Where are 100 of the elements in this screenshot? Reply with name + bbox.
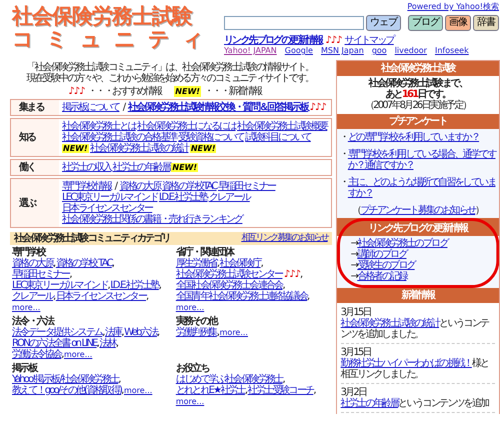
nav-link[interactable]: 社会保険労務士とは	[62, 121, 136, 132]
nav-link[interactable]: 早稲田セミナー	[218, 181, 276, 192]
nav-link[interactable]: 資格の大原	[120, 181, 161, 192]
category-link[interactable]: クレアール	[12, 291, 54, 302]
category-link[interactable]: 社会保険労務士試験センター	[176, 269, 282, 280]
category-link[interactable]: はじめて学ぶ社会保険労務士	[176, 374, 282, 385]
search-engine-link[interactable]: Infoseek	[434, 46, 469, 56]
nav-link[interactable]: 社会保険労務士試験の合格基準	[62, 132, 177, 143]
nav-link[interactable]: LEC東京リーガルマインド	[62, 192, 158, 203]
category-link[interactable]: LEC東京リーガルマインド	[12, 280, 108, 291]
survey-link[interactable]: 主に、どのような場所で自習をしていますか？	[348, 177, 496, 199]
panel-header: プチアンケート	[336, 114, 499, 129]
nav-link[interactable]: 専門学校情報	[62, 181, 112, 192]
category-link[interactable]: 法林	[99, 338, 116, 349]
nav-link[interactable]: 受験資格について	[178, 132, 244, 143]
category-link[interactable]: 資格の学校 TAC	[56, 258, 112, 269]
search-engine-link[interactable]: MSN Japan	[320, 46, 364, 56]
nav-link[interactable]: クレアール	[208, 192, 250, 203]
blog-link[interactable]: 合格者の記録	[357, 271, 406, 282]
notes-mark: ♪♪♪	[325, 35, 342, 46]
comma: ,	[244, 385, 246, 396]
powered-by-link[interactable]: Powered by Yahoo!検索	[407, 2, 499, 12]
nav-link[interactable]: 社労士の年齢層	[112, 162, 170, 173]
survey-link[interactable]: どの専門学校を利用していますか？	[348, 132, 496, 143]
blog-update-link[interactable]: リンク先ブログの更新情報	[224, 35, 322, 46]
category-link[interactable]: RONの六法全書 on LINE	[12, 338, 97, 349]
category-title: 社会保険労務士試験コミュニティカテゴリ	[14, 233, 170, 244]
panel-header: 新着情報	[336, 288, 499, 303]
category-link[interactable]: 教えて！goo/その他(資格取得)	[12, 385, 122, 396]
news-link[interactable]: 社労士の年齢層	[340, 398, 398, 409]
more-link[interactable]: more...	[176, 303, 204, 312]
news-date: 3月15日	[340, 347, 371, 358]
category-link[interactable]: 労働法令協会	[12, 349, 62, 360]
sitemap-link[interactable]: サイトマップ	[344, 35, 394, 46]
search-engine-link[interactable]: Google	[284, 46, 313, 56]
search-engine-link[interactable]: Yahoo! JAPAN	[224, 46, 277, 56]
category-link[interactable]: Web六法	[124, 327, 157, 338]
search-button[interactable]: 画像	[445, 15, 471, 31]
news-link[interactable]: 勤務社労士ハイパーわかばの挑戦！	[340, 358, 472, 369]
nav-link[interactable]: 社会保険労務士関係の書籍・売れ行きランキング	[62, 214, 242, 225]
survey-link[interactable]: 専門学校を利用している場合、通学ですか？通信ですか？	[348, 149, 496, 171]
nav-link[interactable]: 社労士の収入	[62, 162, 112, 173]
comma: ,	[300, 269, 302, 280]
more-link[interactable]: more...	[176, 397, 204, 406]
nav-link[interactable]: I.D.E.社労士塾	[158, 192, 208, 203]
blog-link[interactable]: 受験生のブログ	[357, 260, 415, 271]
category-link[interactable]: 全国青年社会保険労務士連絡協議会	[176, 291, 308, 302]
nav-link[interactable]: 試験科目について	[245, 132, 311, 143]
nav-link[interactable]: 社会保険労務士試験情報交換・質問＆回答掲示板	[128, 102, 308, 113]
more-link[interactable]: more...	[220, 328, 248, 337]
more-link[interactable]: more...	[64, 350, 92, 359]
nav-link[interactable]: 資格の学校TAC	[162, 181, 217, 192]
category-link[interactable]: 法令データ提供システム	[12, 327, 102, 338]
search-engine-link[interactable]: goo	[372, 46, 387, 56]
category-link[interactable]: 全国社会保険労務士会連合会	[176, 280, 282, 291]
comma: ,	[282, 374, 284, 385]
category-link[interactable]: 資格の大原	[12, 258, 54, 269]
comma: ,	[116, 338, 118, 349]
search-input[interactable]	[224, 16, 364, 30]
comma: ,	[112, 258, 114, 269]
search-button[interactable]: 辞書	[473, 15, 499, 31]
category-link[interactable]: 早稲田セミナー	[12, 269, 70, 280]
blog-link[interactable]: 講師のブログ	[357, 249, 406, 260]
nav-link[interactable]: 社会保険労務士になるには	[137, 121, 236, 132]
more-link[interactable]: more...	[12, 303, 40, 312]
news-link[interactable]: 社会保険労務士試験の統計	[340, 318, 440, 329]
category-link[interactable]: 労働判例集	[176, 327, 217, 338]
comma: ,	[69, 269, 71, 280]
category-link[interactable]: 厚生労働省	[176, 258, 217, 269]
comma: ,	[121, 327, 123, 338]
category-link[interactable]: Yahoo!掲示板/社会保険労務士	[12, 374, 118, 385]
nav-link[interactable]: 社会保険労務士試験概要	[237, 121, 328, 132]
search-engine-link[interactable]: livedoor	[394, 46, 427, 56]
nav-link[interactable]: 社会保険労務士試験の統計	[90, 143, 188, 154]
category-link[interactable]: とれとれE★社労士	[176, 385, 245, 396]
comma: ,	[121, 385, 123, 396]
nav-link[interactable]: 日本ライセンスセンター	[62, 203, 152, 214]
notes-mark: ♪♪♪	[284, 269, 300, 280]
category-link[interactable]: 社労士受験コーチ	[248, 385, 314, 396]
search-button[interactable]: ブログ	[408, 15, 443, 31]
nav-link[interactable]: 掲示板について	[62, 102, 120, 113]
comma: ,	[53, 258, 54, 269]
category-link[interactable]: I.D.E.社労士塾	[110, 280, 159, 291]
new-badge: NEW!	[62, 144, 89, 153]
comma: ,	[307, 291, 308, 302]
survey-notice-link[interactable]: プチアンケート募集のお知らせ	[360, 205, 476, 216]
more-link[interactable]: more...	[124, 386, 152, 395]
news-text: 勤務社労士ハイパーわかばの挑戦！様と相互リンクしました。	[340, 358, 490, 380]
comma: ,	[158, 280, 160, 291]
group-title: 省庁・関連団体	[176, 247, 235, 258]
slash-separator: /	[114, 181, 116, 192]
comma: ,	[53, 291, 54, 302]
blog-link[interactable]: 社会保険労務士のブログ	[357, 238, 448, 249]
category-link[interactable]: 日本ライセンスセンター	[56, 291, 146, 302]
notice-link[interactable]: 相互リンク募集のお知らせ	[241, 233, 328, 244]
category-link[interactable]: 社会保険庁	[220, 258, 261, 269]
search-button[interactable]: ウェブ	[366, 15, 401, 31]
survey-question: ・主に、どのような場所で自習をしていますか？	[340, 177, 496, 199]
intro-text: 現在受験中の方々や、これから勉強を始める方々のコミュニティサイトです。	[25, 73, 314, 84]
category-link[interactable]: 法庫	[104, 327, 122, 338]
